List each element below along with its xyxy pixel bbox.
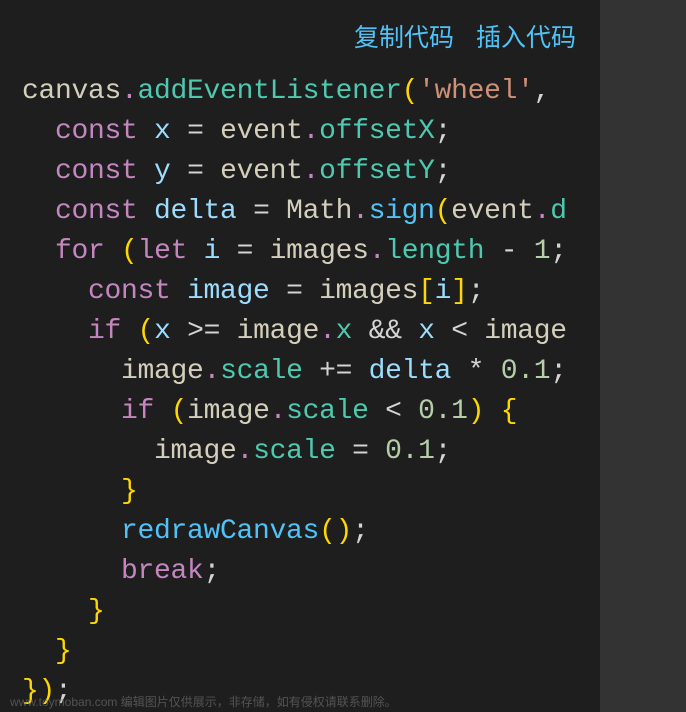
code-token: = [352, 436, 369, 467]
code-token: event [220, 156, 303, 187]
code-token: = [187, 116, 204, 147]
copy-code-button[interactable]: 复制代码 [354, 18, 454, 54]
code-token: . [121, 76, 138, 107]
code-token: y [154, 156, 171, 187]
code-token: scale [253, 436, 336, 467]
code-token: . [237, 436, 254, 467]
insert-code-button[interactable]: 插入代码 [476, 18, 576, 54]
code-token: delta [154, 196, 237, 227]
code-token: . [534, 196, 551, 227]
code-token: ] [451, 276, 468, 307]
code-token: const [55, 156, 138, 187]
code-token: Math [286, 196, 352, 227]
code-token: length [385, 236, 484, 267]
code-token: event [451, 196, 534, 227]
code-token: ( [435, 196, 452, 227]
code-token: ; [468, 276, 485, 307]
code-token: image [484, 316, 567, 347]
code-token: . [303, 116, 320, 147]
code-token: . [319, 316, 336, 347]
code-token: images [319, 276, 418, 307]
code-token: delta [369, 356, 452, 387]
code-token: . [204, 356, 221, 387]
code-token: } [121, 476, 138, 507]
code-token: ; [550, 356, 567, 387]
code-token: * [468, 356, 485, 387]
code-token: images [270, 236, 369, 267]
code-token: 0.1 [418, 396, 468, 427]
code-token: && [369, 316, 402, 347]
code-token: [ [418, 276, 435, 307]
code-token: for [55, 236, 105, 267]
code-token: ; [435, 156, 452, 187]
code-token: const [88, 276, 171, 307]
code-token: event [220, 116, 303, 147]
code-token: break [121, 556, 204, 587]
code-token: ( [319, 516, 336, 547]
code-token: = [187, 156, 204, 187]
code-token: image [187, 276, 270, 307]
code-token: scale [286, 396, 369, 427]
code-token: redrawCanvas [121, 516, 319, 547]
code-token: ( [121, 236, 138, 267]
code-token: } [55, 636, 72, 667]
code-token: x [154, 116, 171, 147]
code-token: += [319, 356, 352, 387]
code-token: image [154, 436, 237, 467]
code-token: . [352, 196, 369, 227]
code-token: >= [187, 316, 220, 347]
code-token: canvas [22, 76, 121, 107]
code-token: image [187, 396, 270, 427]
code-token: - [501, 236, 518, 267]
code-token: d [550, 196, 567, 227]
code-token: const [55, 116, 138, 147]
watermark-text: www.toymoban.com 编辑图片仅供展示，非存储，如有侵权请联系删除。 [10, 693, 397, 710]
code-token: } [88, 596, 105, 627]
code-token: 0.1 [385, 436, 435, 467]
code-token: i [204, 236, 221, 267]
code-token: . [270, 396, 287, 427]
code-token: 'wheel' [418, 76, 534, 107]
code-token: x [336, 316, 353, 347]
code-token: { [501, 396, 518, 427]
code-token: offsetY [319, 156, 435, 187]
code-block: canvas.addEventListener('wheel', const x… [0, 62, 600, 712]
code-token: offsetX [319, 116, 435, 147]
code-token: x [154, 316, 171, 347]
code-token: < [451, 316, 468, 347]
code-token: = [286, 276, 303, 307]
code-token: ( [171, 396, 188, 427]
code-token: image [237, 316, 320, 347]
code-token: ) [468, 396, 485, 427]
code-token: ; [550, 236, 567, 267]
code-token: , [534, 76, 551, 107]
code-token: 0.1 [501, 356, 551, 387]
code-token: ) [336, 516, 353, 547]
code-token: ( [402, 76, 419, 107]
code-token: scale [220, 356, 303, 387]
code-token: i [435, 276, 452, 307]
code-token: = [237, 236, 254, 267]
code-token: 1 [534, 236, 551, 267]
code-token: if [121, 396, 154, 427]
code-token: ( [138, 316, 155, 347]
code-token: ; [435, 116, 452, 147]
code-toolbar: 复制代码 插入代码 [0, 0, 600, 62]
code-token: < [385, 396, 402, 427]
code-token: image [121, 356, 204, 387]
code-token: ; [352, 516, 369, 547]
code-token: . [369, 236, 386, 267]
code-token: = [253, 196, 270, 227]
code-token: x [418, 316, 435, 347]
code-panel: 复制代码 插入代码 canvas.addEventListener('wheel… [0, 0, 600, 712]
code-token: const [55, 196, 138, 227]
code-token: sign [369, 196, 435, 227]
code-token: let [138, 236, 188, 267]
code-token: ; [435, 436, 452, 467]
code-token: addEventListener [138, 76, 402, 107]
code-token: ; [204, 556, 221, 587]
code-token: . [303, 156, 320, 187]
code-token: if [88, 316, 121, 347]
